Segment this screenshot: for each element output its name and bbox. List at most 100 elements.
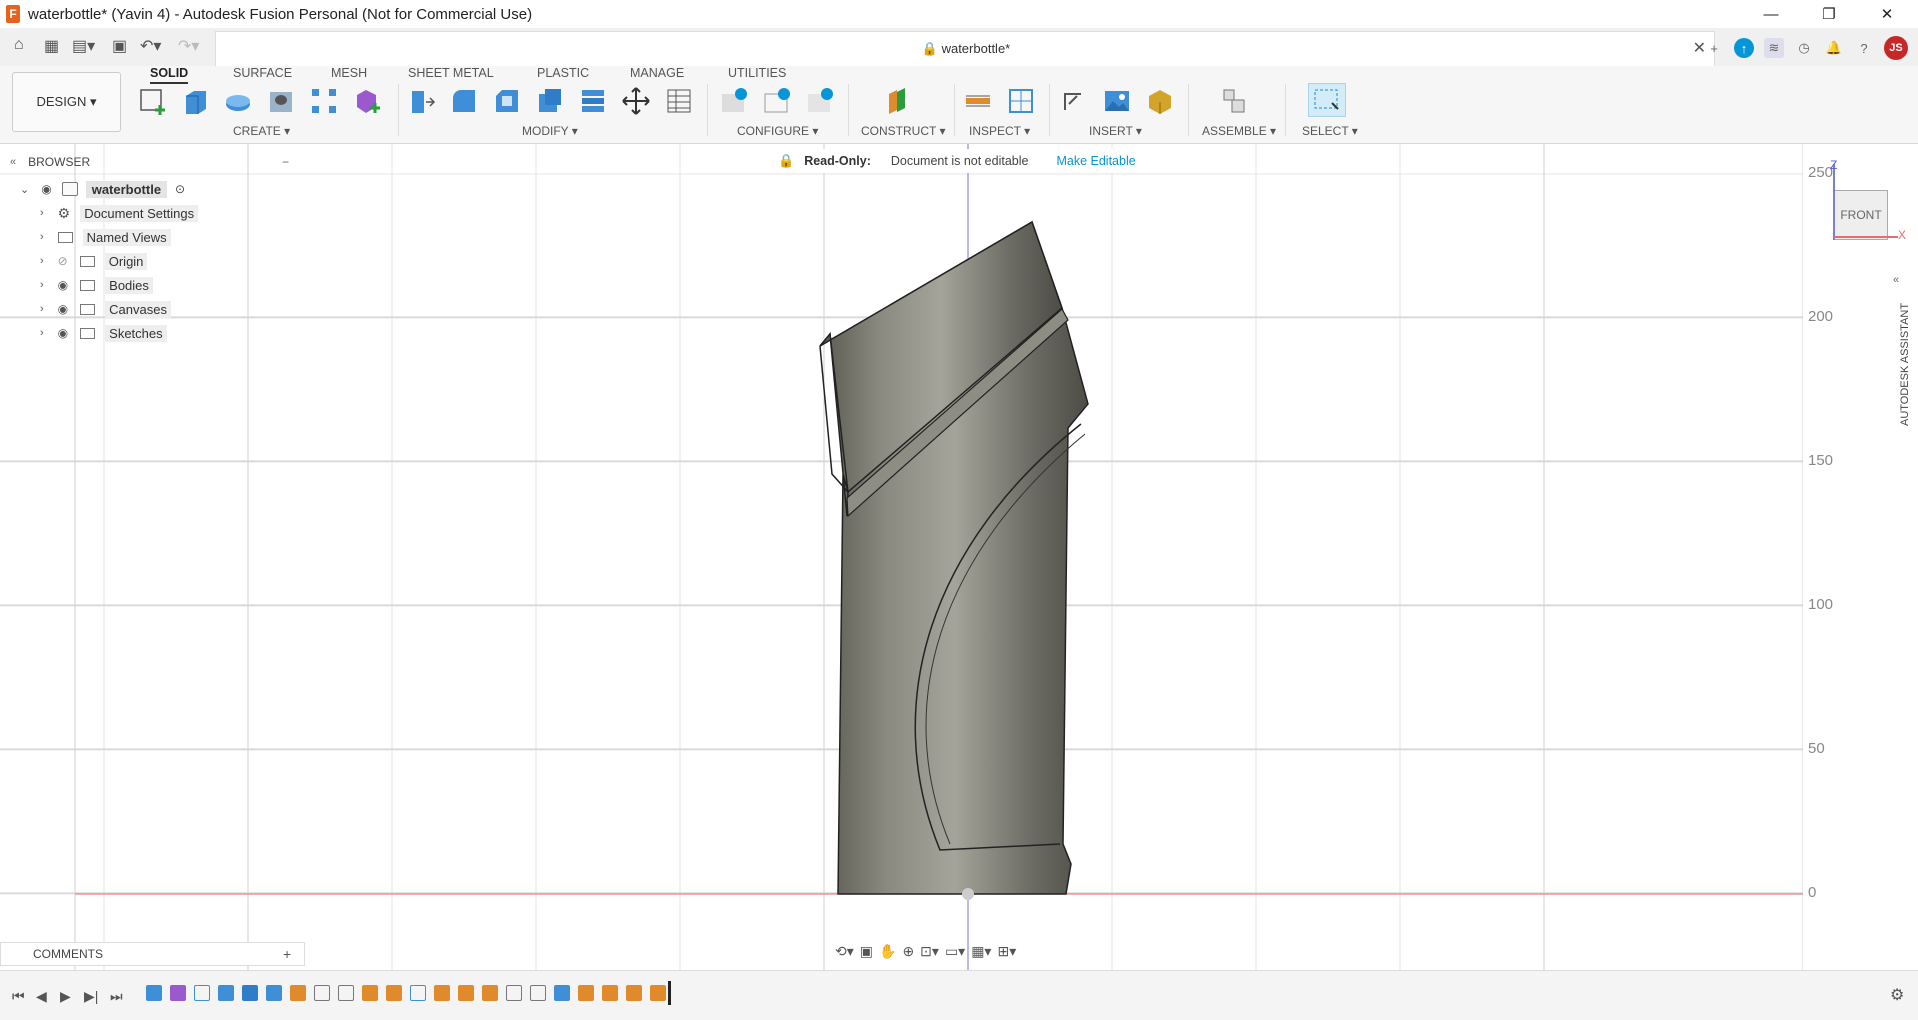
timeline-feature-plane[interactable]	[650, 985, 666, 1001]
design-viewport[interactable]	[0, 144, 1803, 970]
chevron-right-icon[interactable]: ›	[40, 303, 44, 315]
create-sketch-icon[interactable]	[137, 86, 167, 116]
grid-settings-icon[interactable]: ▦▾	[971, 943, 991, 960]
canvas-icon[interactable]	[1102, 86, 1132, 116]
comments-panel[interactable]: COMMENTS +	[0, 942, 305, 966]
visibility-eye-icon[interactable]: ◉	[41, 182, 51, 196]
timeline-feature-extrude[interactable]	[218, 985, 234, 1001]
fillet-icon[interactable]	[449, 86, 479, 116]
timeline-feature-split[interactable]	[338, 985, 354, 1001]
timeline-feature-plane[interactable]	[386, 985, 402, 1001]
measure-icon[interactable]	[963, 86, 993, 116]
timeline-feature-sketch[interactable]	[194, 985, 210, 1001]
joint-icon[interactable]	[1220, 86, 1250, 116]
configure-table-icon[interactable]	[762, 86, 792, 116]
select-menu[interactable]: SELECT ▾	[1302, 124, 1358, 138]
help-icon[interactable]: ?	[1854, 38, 1874, 58]
offset-plane-icon[interactable]	[883, 86, 913, 116]
timeline-feature-form[interactable]	[170, 985, 186, 1001]
tab-plastic[interactable]: PLASTIC	[537, 66, 589, 84]
tab-sheet-metal[interactable]: SHEET METAL	[408, 66, 494, 84]
tab-surface[interactable]: SURFACE	[233, 66, 292, 84]
tree-item-bodies[interactable]: › ◉ Bodies	[0, 274, 153, 296]
timeline-feature-mirror[interactable]	[554, 985, 570, 1001]
interference-icon[interactable]	[1006, 86, 1036, 116]
window-select-icon[interactable]	[1308, 83, 1346, 117]
origin-point[interactable]	[962, 888, 974, 900]
tree-item-sketches[interactable]: › ◉ Sketches	[0, 322, 167, 344]
add-comment-icon[interactable]: +	[283, 946, 291, 962]
minimize-browser-icon[interactable]: −	[282, 155, 289, 169]
create-menu[interactable]: CREATE ▾	[233, 124, 290, 138]
timeline-marker[interactable]	[668, 981, 671, 1005]
timeline-feature-plane[interactable]	[482, 985, 498, 1001]
timeline-feature-plane[interactable]	[626, 985, 642, 1001]
timeline-feature-plane[interactable]	[434, 985, 450, 1001]
combine-icon[interactable]	[578, 86, 608, 116]
timeline-feature-plane[interactable]	[458, 985, 474, 1001]
configure-menu[interactable]: CONFIGURE ▾	[737, 124, 818, 138]
inspect-menu[interactable]: INSPECT ▾	[969, 124, 1030, 138]
pattern-icon[interactable]	[309, 86, 339, 116]
restore-button[interactable]: ❐	[1806, 0, 1852, 28]
look-at-icon[interactable]: ▣	[860, 943, 873, 960]
clock-icon[interactable]: ◷	[1794, 38, 1814, 58]
tab-manage[interactable]: MANAGE	[630, 66, 684, 84]
visibility-eye-icon[interactable]: ◉	[58, 302, 68, 316]
configure-icon[interactable]	[719, 86, 749, 116]
visibility-eye-icon[interactable]: ◉	[58, 326, 68, 340]
press-pull-icon[interactable]	[406, 86, 436, 116]
timeline-feature-extrude[interactable]	[242, 985, 258, 1001]
timeline-feature-split[interactable]	[530, 985, 546, 1001]
shell-icon[interactable]	[535, 86, 565, 116]
activate-radio-icon[interactable]: ⊙	[175, 182, 185, 196]
zoom-icon[interactable]: ⊕	[902, 943, 914, 960]
redo-icon[interactable]: ↷▾	[178, 36, 199, 56]
waterbottle-body[interactable]	[819, 220, 1089, 895]
file-menu-icon[interactable]: ▤▾	[72, 36, 95, 56]
notification-bell-icon[interactable]: 🔔	[1824, 38, 1844, 58]
viewports-icon[interactable]: ⊞▾	[997, 943, 1016, 960]
tree-item-document-settings[interactable]: › ⚙ Document Settings	[0, 202, 199, 224]
chevron-right-icon[interactable]: ›	[40, 255, 44, 267]
tab-solid[interactable]: SOLID	[150, 66, 189, 84]
grid-apps-icon[interactable]: ▦	[44, 36, 59, 56]
viewcube-face[interactable]: FRONT	[1834, 190, 1888, 240]
home-icon[interactable]: ⌂	[14, 36, 24, 54]
timeline-play-icon[interactable]: ▶	[60, 988, 71, 1005]
chevron-right-icon[interactable]: ›	[40, 231, 44, 243]
autodesk-assistant-panel[interactable]: « AUTODESK ASSISTANT	[1885, 270, 1915, 470]
close-window-button[interactable]: ✕	[1864, 0, 1910, 28]
document-tab[interactable]: 🔒 waterbottle* ✕	[215, 31, 1715, 66]
insert-menu[interactable]: INSERT ▾	[1089, 124, 1142, 138]
construct-menu[interactable]: CONSTRUCT ▾	[861, 124, 945, 138]
revolve-icon[interactable]	[223, 86, 253, 116]
tree-item-named-views[interactable]: › Named Views	[0, 226, 171, 248]
timeline-feature-fillet[interactable]	[362, 985, 378, 1001]
timeline-start-icon[interactable]: ⏮	[12, 988, 25, 1005]
hidden-eye-icon[interactable]: ⊘	[58, 254, 68, 268]
insert-mcmaster-icon[interactable]	[1145, 86, 1175, 116]
timeline-feature-split[interactable]	[314, 985, 330, 1001]
collapse-browser-icon[interactable]: «	[10, 156, 16, 168]
insert-derive-icon[interactable]	[1059, 86, 1089, 116]
display-settings-icon[interactable]: ▭▾	[945, 943, 965, 960]
timeline-prev-icon[interactable]: ◀	[36, 988, 47, 1005]
tree-item-canvases[interactable]: › ◉ Canvases	[0, 298, 171, 320]
zoom-window-icon[interactable]: ⊡▾	[920, 943, 939, 960]
hole-icon[interactable]	[266, 86, 296, 116]
timeline-feature-sketch[interactable]	[410, 985, 426, 1001]
configure-rule-icon[interactable]	[805, 86, 835, 116]
assemble-menu[interactable]: ASSEMBLE ▾	[1202, 124, 1276, 138]
user-avatar[interactable]: JS	[1884, 36, 1908, 60]
tree-item-origin[interactable]: › ⊘ Origin	[0, 250, 148, 272]
extrude-icon[interactable]	[180, 86, 210, 116]
make-editable-link[interactable]: Make Editable	[1056, 154, 1135, 168]
extensions-icon[interactable]: ≋	[1764, 38, 1784, 58]
chevron-right-icon[interactable]: ›	[40, 327, 44, 339]
timeline-feature-shell[interactable]	[290, 985, 306, 1001]
tab-utilities[interactable]: UTILITIES	[728, 66, 786, 84]
chevron-right-icon[interactable]: ›	[40, 279, 44, 291]
chevron-down-icon[interactable]: ⌄	[20, 183, 29, 196]
change-parameters-icon[interactable]	[664, 86, 694, 116]
